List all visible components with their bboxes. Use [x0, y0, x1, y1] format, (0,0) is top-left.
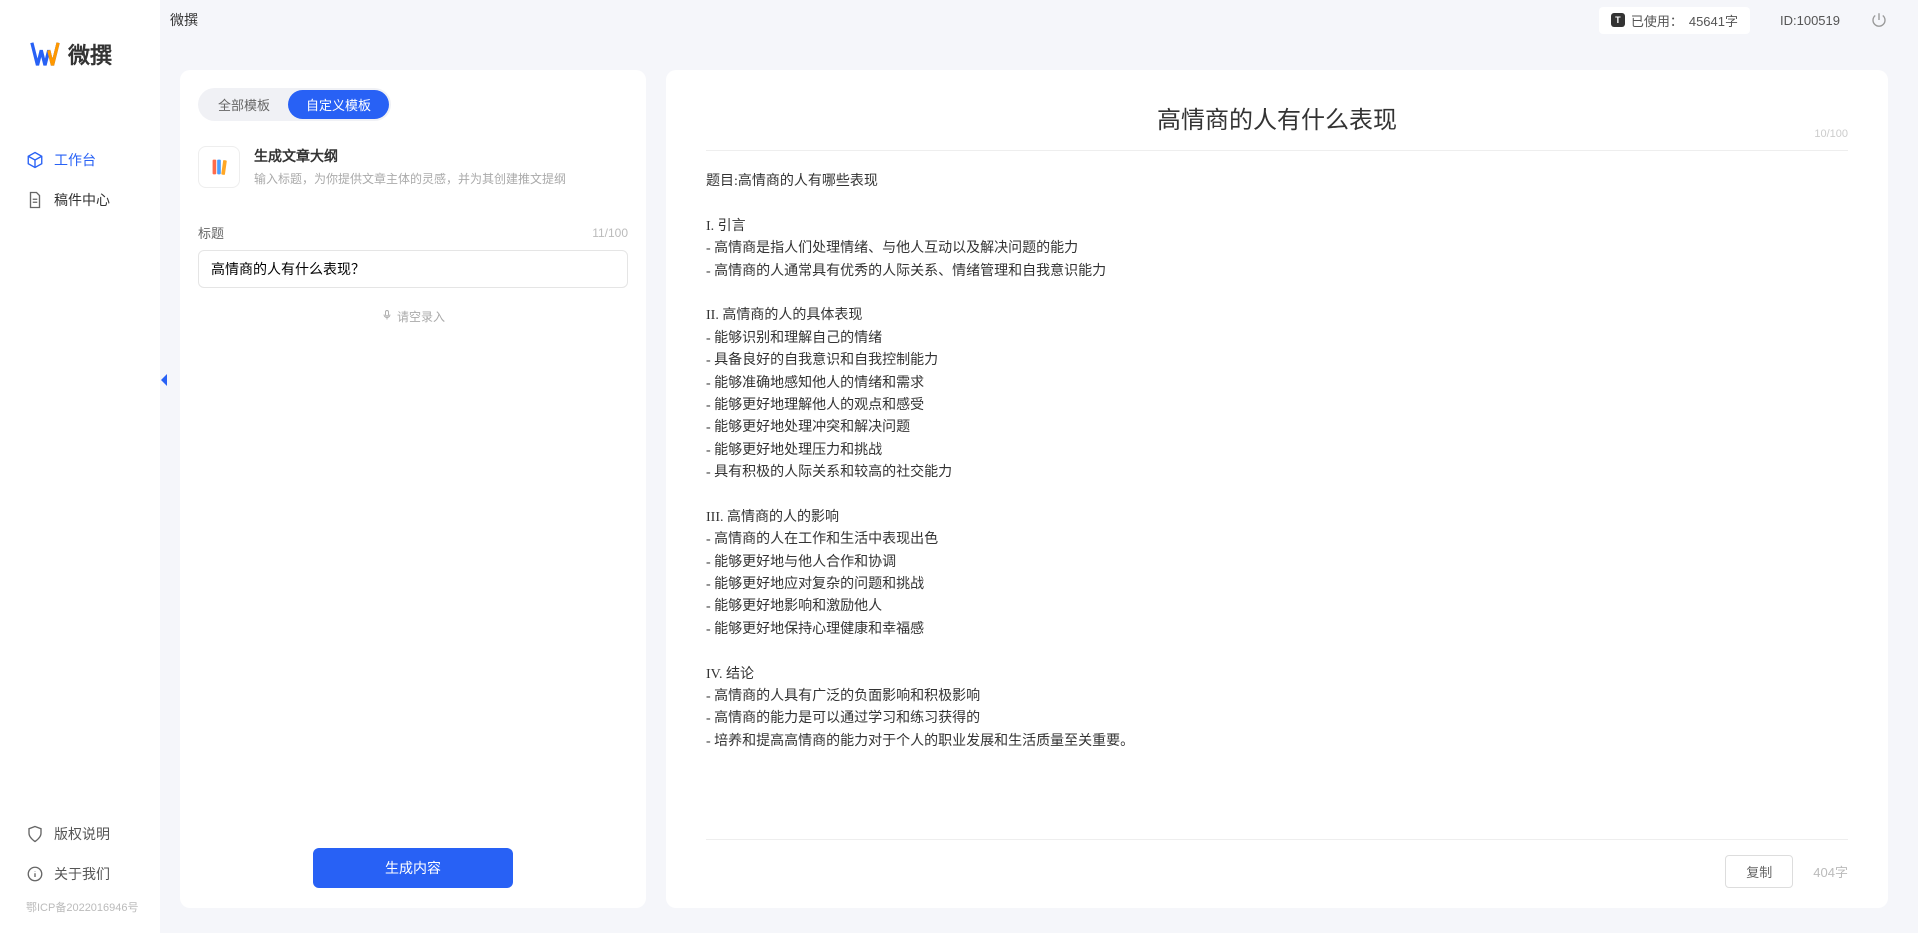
form-label-row: 标题 11/100: [198, 223, 628, 242]
collapse-sidebar-button[interactable]: [158, 370, 170, 390]
output-panel: 高情商的人有什么表现 10/100 题目:高情商的人有哪些表现 I. 引言- 高…: [666, 70, 1888, 908]
tab-all-templates[interactable]: 全部模板: [200, 90, 288, 119]
output-title: 高情商的人有什么表现: [1157, 100, 1397, 135]
usage-label: 已使用：: [1631, 11, 1683, 30]
title-label: 标题: [198, 223, 224, 242]
nav-item-about[interactable]: 关于我们: [0, 854, 160, 894]
header-right: T 已使用： 45641字 ID:100519: [1599, 7, 1888, 34]
usage-badge[interactable]: T 已使用： 45641字: [1599, 7, 1750, 34]
template-info: 生成文章大纲 输入标题，为你提供文章主体的灵感，并为其创建推文提纲: [254, 146, 628, 187]
title-input[interactable]: [198, 250, 628, 288]
shield-icon: [26, 825, 44, 843]
tab-custom-templates[interactable]: 自定义模板: [288, 90, 389, 119]
voice-hint-text: 请空录入: [397, 308, 445, 325]
header-title: 微撰: [170, 10, 198, 30]
generate-button[interactable]: 生成内容: [313, 848, 513, 888]
content-panels: 全部模板 自定义模板 生成文章大纲 输入标题，为你提供文章主体的灵感，: [160, 40, 1918, 933]
logo-text: 微撰: [68, 38, 112, 70]
input-panel: 全部模板 自定义模板 生成文章大纲 输入标题，为你提供文章主体的灵感，: [180, 70, 646, 908]
logo-icon: [30, 39, 60, 69]
char-count: 11/100: [592, 226, 628, 240]
copy-button[interactable]: 复制: [1725, 855, 1793, 888]
cube-icon: [26, 151, 44, 169]
text-icon: T: [1611, 13, 1625, 27]
power-icon[interactable]: [1870, 11, 1888, 29]
output-footer: 复制 404字: [706, 839, 1848, 888]
form-section: 标题 11/100 请空录入: [198, 223, 628, 325]
user-id: ID:100519: [1780, 13, 1840, 28]
nav-label: 版权说明: [54, 824, 110, 844]
word-count: 404字: [1813, 862, 1848, 881]
mic-icon: [381, 309, 393, 324]
info-icon: [26, 865, 44, 883]
spacer: [198, 325, 628, 848]
main-area: 微撰 T 已使用： 45641字 ID:100519: [160, 0, 1918, 933]
icp-footer: 鄂ICP备2022016946号: [0, 894, 160, 923]
nav-label: 工作台: [54, 150, 96, 170]
template-desc: 输入标题，为你提供文章主体的灵感，并为其创建推文提纲: [254, 170, 628, 187]
nav-item-copyright[interactable]: 版权说明: [0, 814, 160, 854]
document-icon: [26, 191, 44, 209]
output-content[interactable]: 题目:高情商的人有哪些表现 I. 引言- 高情商是指人们处理情绪、与他人互动以及…: [706, 171, 1848, 839]
sidebar: 微撰 工作台: [0, 0, 160, 933]
books-icon: [198, 146, 240, 188]
nav-label: 关于我们: [54, 864, 110, 884]
template-tabs: 全部模板 自定义模板: [198, 88, 391, 121]
output-header: 高情商的人有什么表现 10/100: [706, 100, 1848, 151]
voice-input-link[interactable]: 请空录入: [198, 308, 628, 325]
top-header: 微撰 T 已使用： 45641字 ID:100519: [160, 0, 1918, 40]
nav-label: 稿件中心: [54, 190, 110, 210]
template-card: 生成文章大纲 输入标题，为你提供文章主体的灵感，并为其创建推文提纲: [198, 146, 628, 188]
sidebar-bottom: 版权说明 关于我们 鄂ICP备2022016946号: [0, 814, 160, 933]
sidebar-nav: 工作台 稿件中心: [0, 140, 160, 814]
usage-value: 45641字: [1689, 11, 1738, 30]
logo: 微撰: [0, 0, 160, 90]
output-title-counter: 10/100: [1814, 128, 1848, 140]
template-title: 生成文章大纲: [254, 146, 628, 166]
nav-item-workbench[interactable]: 工作台: [0, 140, 160, 180]
nav-item-drafts[interactable]: 稿件中心: [0, 180, 160, 220]
